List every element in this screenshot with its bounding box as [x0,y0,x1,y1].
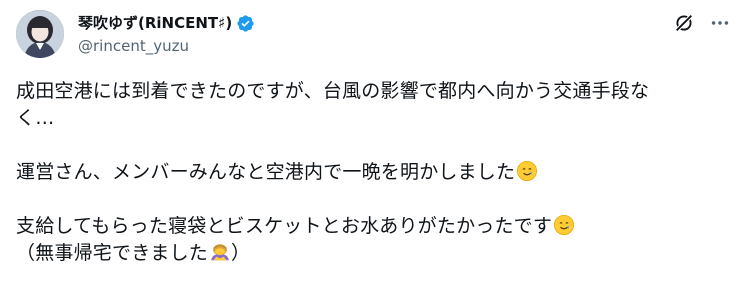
tweet-line: 運営さん、メンバーみんなと空港内で一晩を明かしました [16,161,516,183]
smiling-face-with-tear-icon [516,160,538,182]
more-icon[interactable] [707,10,733,36]
person-bowing-icon [209,241,231,263]
smiling-face-with-tear-icon [553,214,575,236]
avatar[interactable] [16,10,64,58]
tweet-actions-top [671,10,733,36]
author-display-name[interactable]: 琴吹ゆず(RiNCENT♯) [78,13,232,33]
verified-badge-icon[interactable] [236,14,255,33]
tweet-line: く… [16,107,55,129]
tweet-line: 支給してもらった寝袋とビスケットとお水ありがたかったです [16,215,553,237]
author-handle[interactable]: @rincent_yuzu [78,36,189,56]
grok-icon[interactable] [671,10,697,36]
tweet-line: 成田空港には到着できたのですが、台風の影響で都内へ向かう交通手段な [16,80,650,102]
tweet-line-with-emoji: （無事帰宅できました） [16,241,251,264]
tweet-line-with-emoji: 支給してもらった寝袋とビスケットとお水ありがたかったです [16,213,726,240]
author-name-row: 琴吹ゆず(RiNCENT♯) [78,12,255,34]
tweet-card: 琴吹ゆず(RiNCENT♯) @rincent_yuzu 成田空港には到着できた… [0,0,745,307]
tweet-line: （無事帰宅できました [16,242,209,264]
avatar-image [16,10,64,58]
tweet-line-with-emoji: 運営さん、メンバーみんなと空港内で一晩を明かしました [16,159,726,186]
tweet-text: 成田空港には到着できたのですが、台風の影響で都内へ向かう交通手段な く… 運営さ… [16,78,726,267]
